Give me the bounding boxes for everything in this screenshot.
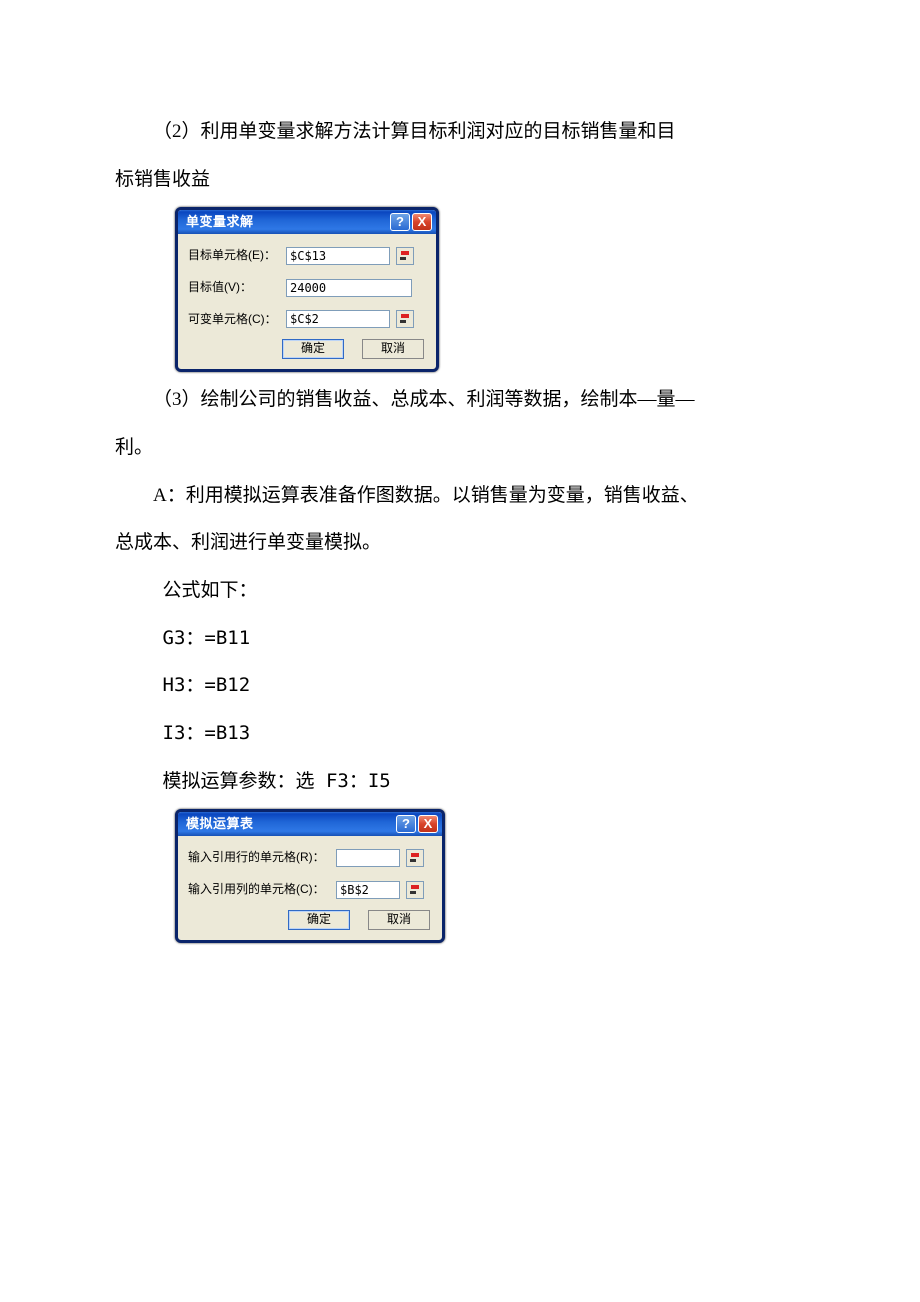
data-table-dialog-wrapper: 模拟运算表 ? X 输入引用行的单元格(R)： 输入引用列的单元格(C)： $B… — [175, 809, 805, 942]
changing-cell-label: 可变单元格(C)： — [188, 306, 280, 334]
formula-h3: H3：=B12 — [115, 664, 805, 708]
dialog-button-row: 确定 取消 — [188, 339, 426, 359]
target-cell-label: 目标单元格(E)： — [188, 242, 280, 270]
cancel-button[interactable]: 取消 — [368, 910, 430, 930]
goal-seek-dialog: 单变量求解 ? X 目标单元格(E)： $C$13 目标值(V)： 24000 … — [175, 207, 439, 372]
paragraph-a-line2: 总成本、利润进行单变量模拟。 — [115, 521, 805, 565]
formula-heading: 公式如下： — [115, 569, 805, 613]
dialog-body: 输入引用行的单元格(R)： 输入引用列的单元格(C)： $B$2 确定 取消 — [178, 836, 442, 939]
formula-g3: G3：=B11 — [115, 617, 805, 661]
target-value-label: 目标值(V)： — [188, 274, 280, 302]
row-input-label: 输入引用行的单元格(R)： — [188, 844, 330, 872]
ref-picker-icon[interactable] — [406, 849, 424, 867]
paragraph-3-line1: （3）绘制公司的销售收益、总成本、利润等数据，绘制本—量— — [115, 378, 805, 422]
paragraph-2-line2: 标销售收益 — [115, 158, 805, 202]
data-table-dialog: 模拟运算表 ? X 输入引用行的单元格(R)： 输入引用列的单元格(C)： $B… — [175, 809, 445, 942]
formula-i3: I3：=B13 — [115, 712, 805, 756]
dialog-button-row: 确定 取消 — [188, 910, 432, 930]
close-button[interactable]: X — [412, 213, 432, 231]
ok-button[interactable]: 确定 — [282, 339, 344, 359]
row-input-row: 输入引用行的单元格(R)： — [188, 844, 432, 872]
target-cell-input[interactable]: $C$13 — [286, 247, 390, 265]
col-input-label: 输入引用列的单元格(C)： — [188, 876, 330, 904]
paragraph-2-line1: （2）利用单变量求解方法计算目标利润对应的目标销售量和目 — [115, 110, 805, 154]
close-button[interactable]: X — [418, 815, 438, 833]
data-table-params: 模拟运算参数：选 F3：I5 — [115, 760, 805, 804]
ref-picker-icon[interactable] — [406, 881, 424, 899]
help-button[interactable]: ? — [396, 815, 416, 833]
col-input-field[interactable]: $B$2 — [336, 881, 400, 899]
target-cell-row: 目标单元格(E)： $C$13 — [188, 242, 426, 270]
dialog-body: 目标单元格(E)： $C$13 目标值(V)： 24000 可变单元格(C)： … — [178, 234, 436, 369]
dialog-titlebar: 模拟运算表 ? X — [178, 812, 442, 836]
target-value-row: 目标值(V)： 24000 — [188, 274, 426, 302]
col-input-row: 输入引用列的单元格(C)： $B$2 — [188, 876, 432, 904]
dialog-title: 模拟运算表 — [186, 809, 254, 839]
titlebar-buttons: ? X — [390, 213, 432, 231]
ref-picker-icon[interactable] — [396, 247, 414, 265]
ref-picker-icon[interactable] — [396, 310, 414, 328]
changing-cell-input[interactable]: $C$2 — [286, 310, 390, 328]
paragraph-a-line1: A：利用模拟运算表准备作图数据。以销售量为变量，销售收益、 — [115, 474, 805, 518]
paragraph-3-line2: 利。 — [115, 426, 805, 470]
cancel-button[interactable]: 取消 — [362, 339, 424, 359]
target-value-input[interactable]: 24000 — [286, 279, 412, 297]
help-button[interactable]: ? — [390, 213, 410, 231]
titlebar-buttons: ? X — [396, 815, 438, 833]
dialog-titlebar: 单变量求解 ? X — [178, 210, 436, 234]
changing-cell-row: 可变单元格(C)： $C$2 — [188, 306, 426, 334]
dialog-title: 单变量求解 — [186, 207, 254, 237]
goal-seek-dialog-wrapper: 单变量求解 ? X 目标单元格(E)： $C$13 目标值(V)： 24000 … — [175, 207, 805, 372]
ok-button[interactable]: 确定 — [288, 910, 350, 930]
row-input-field[interactable] — [336, 849, 400, 867]
